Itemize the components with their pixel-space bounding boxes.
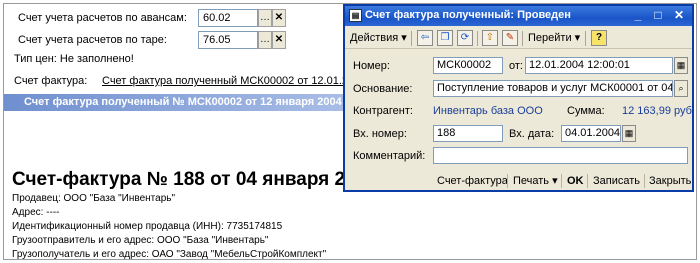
advance-account-field[interactable]: 60.02 [198,9,258,27]
dialog-toolbar: Действия ▾ ⇦ ❐ ⟳ ⇧ ✎ Перейти ▾ ? [345,27,692,49]
calendar-icon[interactable]: ▦ [622,125,636,142]
toolbar-separator [585,31,586,46]
print-menu-button[interactable]: Печать ▾ [513,173,558,189]
container-account-select-button[interactable]: … [258,31,272,49]
actions-menu-label: Действия [350,32,399,44]
in-number-label: Вх. номер: [353,128,407,140]
contractor-label: Контрагент: [353,105,413,117]
price-type-status: Тип цен: Не заполнено! [14,53,134,65]
in-date-field[interactable]: 04.01.2004 [561,125,621,142]
invoice-dialog: ▤ Счет фактура полученный: Проведен _ □ … [343,4,695,192]
close-icon[interactable]: ✕ [670,8,688,24]
container-account-clear-button[interactable]: ✕ [272,31,286,49]
basis-field[interactable]: Поступление товаров и услуг МСК00001 от … [433,80,673,97]
button-separator [587,174,588,188]
dialog-titlebar[interactable]: ▤ Счет фактура полученный: Проведен _ □ … [345,6,692,26]
refresh-icon[interactable]: ⟳ [457,30,473,46]
button-separator [561,174,562,188]
document-icon: ▤ [349,9,362,22]
minimize-icon[interactable]: _ [629,8,647,24]
help-icon[interactable]: ? [591,30,607,46]
sum-value: 12 163,99 руб. [622,105,695,117]
inn-line: Идентификационный номер продавца (ИНН): … [12,221,283,232]
container-account-label: Счет учета расчетов по таре: [18,34,167,46]
date-from-label: от: [509,60,523,72]
goto-menu[interactable]: Перейти ▾ [528,30,580,46]
comment-label: Комментарий: [353,150,426,162]
date-field[interactable]: 12.01.2004 12:00:01 [525,57,673,74]
number-label: Номер: [353,60,390,72]
container-account-field[interactable]: 76.05 [198,31,258,49]
invoice-label: Счет фактура: [14,75,88,87]
button-separator [507,174,508,188]
dialog-title: Счет фактура полученный: Проведен [365,9,571,21]
toolbar-separator [522,31,523,46]
dialog-button-bar: Счет-фактура Печать ▾ OK Записать Закрыт… [345,172,692,190]
invoice-print-button[interactable]: Счет-фактура [437,173,508,189]
print-button-label: Печать [513,175,550,187]
unpost-icon[interactable]: ✎ [502,30,518,46]
basis-label: Основание: [353,83,413,95]
post-icon[interactable]: ⇧ [482,30,498,46]
advance-account-label: Счет учета расчетов по авансам: [18,12,187,24]
copy-icon[interactable]: ❐ [437,30,453,46]
advance-account-select-button[interactable]: … [258,9,272,27]
actions-menu[interactable]: Действия ▾ [350,30,407,46]
contractor-value[interactable]: Инвентарь база ООО [433,105,543,117]
calendar-icon[interactable]: ▦ [674,57,688,74]
goto-menu-label: Перейти [528,32,572,44]
seller-line: Продавец: ООО "База "Инвентарь" [12,193,176,204]
comment-field[interactable] [433,147,688,164]
arrow-left-icon[interactable]: ⇦ [417,30,433,46]
selected-invoice-row[interactable]: Счет фактура полученный № МСК00002 от 12… [4,94,346,111]
address-line: Адрес: ---- [12,207,60,218]
consignee-line: Грузополучатель и его адрес: ОАО "Завод … [12,249,327,260]
number-field[interactable]: МСК00002 [433,57,503,74]
doc-title: Счет-фактура № 188 от 04 января 200 [12,169,367,190]
ok-button[interactable]: OK [567,173,584,189]
sum-label: Сумма: [567,105,605,117]
close-button[interactable]: Закрыть [649,173,691,189]
in-date-label: Вх. дата: [509,128,555,140]
toolbar-separator [411,31,412,46]
save-button[interactable]: Записать [593,173,640,189]
search-icon[interactable]: ⌕ [674,80,688,97]
toolbar-separator [477,31,478,46]
in-number-field[interactable]: 188 [433,125,503,142]
shipper-line: Грузоотправитель и его адрес: ООО "База … [12,235,269,246]
invoice-link[interactable]: Счет фактура полученный МСК00002 от 12.0… [102,75,366,87]
button-separator [644,174,645,188]
maximize-icon[interactable]: □ [649,8,667,24]
advance-account-clear-button[interactable]: ✕ [272,9,286,27]
